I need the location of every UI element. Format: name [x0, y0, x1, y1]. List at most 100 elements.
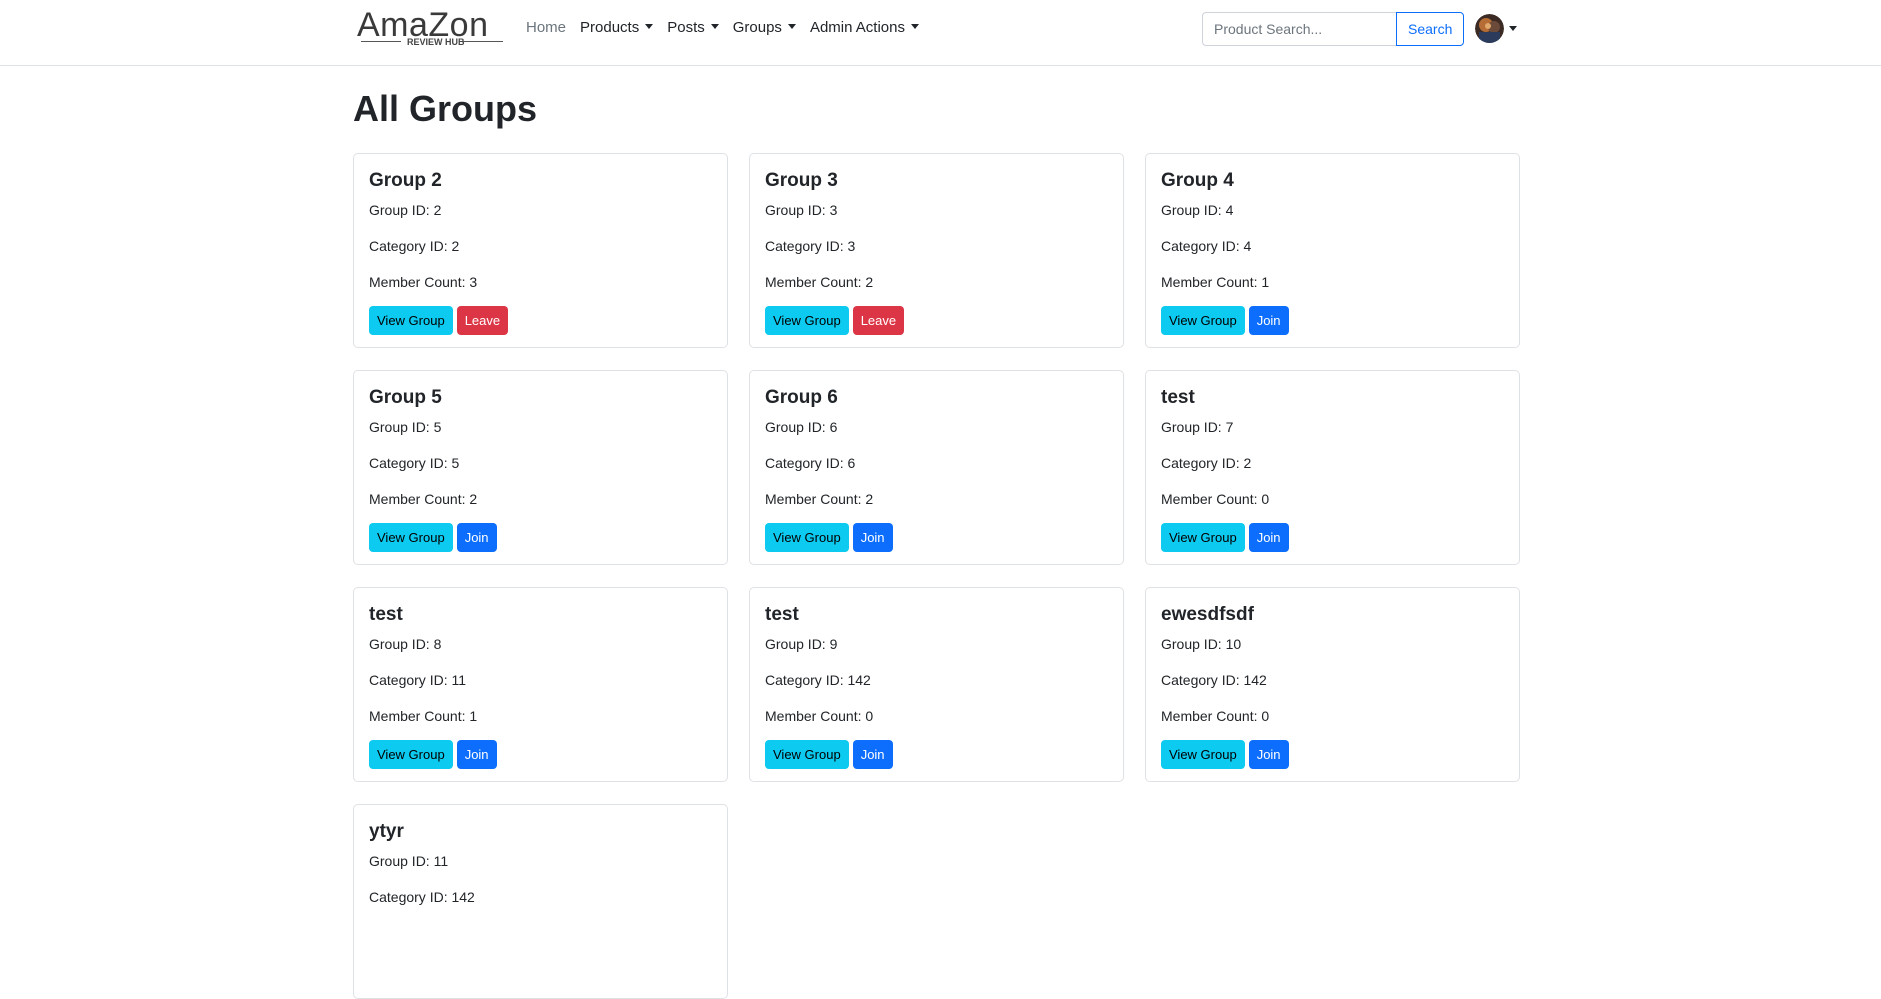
chevron-down-icon — [710, 24, 719, 29]
category-id-text-value: 11 — [451, 672, 467, 688]
member-count-text-label: Member Count: — [369, 274, 470, 290]
view-group-button[interactable]: View Group — [765, 523, 849, 552]
user-avatar-icon[interactable] — [1475, 14, 1504, 43]
join-group-button[interactable]: Join — [852, 740, 893, 769]
group-name: test — [369, 604, 403, 625]
category-id-text-value: 142 — [451, 889, 475, 905]
nav-link-home[interactable]: Home — [526, 19, 566, 36]
view-group-button[interactable]: View Group — [369, 306, 453, 335]
view-group-button[interactable]: View Group — [1161, 740, 1245, 769]
category-id-text-value: 142 — [1243, 672, 1267, 688]
group-actions: View Group Join — [765, 740, 893, 769]
search-button[interactable]: Search — [1396, 12, 1465, 46]
product-search-form: Search — [1202, 12, 1465, 46]
group-id-text-label: Group ID: — [765, 419, 830, 435]
category-id-text: Category ID: 5 — [369, 455, 459, 471]
group-actions: View Group Leave — [765, 306, 905, 335]
join-group-button[interactable]: Join — [1248, 523, 1289, 552]
group-card: test Group ID: 8 Category ID: 11 Member Cou… — [353, 587, 728, 782]
view-group-button[interactable]: View Group — [1161, 306, 1245, 335]
join-group-button[interactable]: Join — [1248, 306, 1289, 335]
join-group-button[interactable]: Join — [456, 740, 497, 769]
category-id-text-label: Category ID: — [369, 889, 452, 905]
logo-rule-left — [361, 41, 401, 42]
nav-link-label: Admin Actions — [809, 19, 905, 36]
member-count-text-value: 0 — [1261, 708, 1270, 724]
member-count-text: Member Count: 3 — [369, 274, 477, 290]
nav-link-label: Home — [526, 19, 567, 36]
group-card: ewesdfsdf Group ID: 10 Category ID: 142 Mem… — [1145, 587, 1520, 782]
member-count-text-label: Member Count: — [369, 491, 470, 507]
member-count-text-value: 0 — [1261, 491, 1270, 507]
group-card: Group 5 Group ID: 5 Category ID: 5 Member C… — [353, 370, 728, 565]
group-id-text-value: 9 — [829, 636, 838, 652]
nav-link-admin-actions[interactable]: Admin Actions — [810, 19, 919, 36]
view-group-button[interactable]: View Group — [369, 740, 453, 769]
category-id-text: Category ID: 11 — [369, 672, 466, 688]
group-id-text-label: Group ID: — [765, 202, 830, 218]
category-id-text-value: 5 — [451, 455, 460, 471]
category-id-text-value: 4 — [1243, 238, 1252, 254]
group-id-text: Group ID: 2 — [369, 202, 441, 218]
nav-link-label: Groups — [732, 19, 782, 36]
category-id-text-label: Category ID: — [765, 672, 848, 688]
group-card: test Group ID: 7 Category ID: 2 Member Coun… — [1145, 370, 1520, 565]
nav-link-products[interactable]: Products — [580, 19, 654, 36]
group-id-text-label: Group ID: — [369, 419, 434, 435]
group-actions: View Group Join — [369, 740, 497, 769]
group-actions: View Group Join — [369, 523, 497, 552]
group-id-text-value: 11 — [433, 853, 449, 869]
member-count-text: Member Count: 0 — [1161, 491, 1269, 507]
view-group-button[interactable]: View Group — [369, 523, 453, 552]
member-count-text-value: 1 — [1261, 274, 1270, 290]
nav-link-groups[interactable]: Groups — [733, 19, 796, 36]
view-group-button[interactable]: View Group — [765, 740, 849, 769]
group-name: Group 2 — [369, 170, 442, 191]
category-id-text-label: Category ID: — [1161, 238, 1244, 254]
category-id-text-label: Category ID: — [1161, 455, 1244, 471]
group-card: Group 2 Group ID: 2 Category ID: 2 Member C… — [353, 153, 728, 348]
member-count-text-label: Member Count: — [765, 491, 866, 507]
join-group-button[interactable]: Join — [852, 523, 893, 552]
nav-link-label: Posts — [667, 19, 705, 36]
group-id-text-label: Group ID: — [765, 636, 830, 652]
group-id-text: Group ID: 10 — [1161, 636, 1241, 652]
nav-link-label: Products — [580, 19, 640, 36]
view-group-button[interactable]: View Group — [765, 306, 849, 335]
member-count-text-value: 2 — [865, 491, 874, 507]
group-id-text: Group ID: 7 — [1161, 419, 1233, 435]
brand-logo[interactable]: AmaZon REVIEW HUB — [357, 6, 507, 50]
leave-group-button[interactable]: Leave — [852, 306, 905, 335]
member-count-text: Member Count: 1 — [369, 708, 477, 724]
group-card: Group 6 Group ID: 6 Category ID: 6 Member C… — [749, 370, 1124, 565]
group-id-text: Group ID: 8 — [369, 636, 441, 652]
member-count-text-label: Member Count: — [1161, 274, 1262, 290]
category-id-text-label: Category ID: — [765, 455, 848, 471]
group-id-text: Group ID: 5 — [369, 419, 441, 435]
member-count-text: Member Count: 1 — [1161, 274, 1269, 290]
view-group-button[interactable]: View Group — [1161, 523, 1245, 552]
member-count-text: Member Count: 2 — [765, 274, 873, 290]
group-name: ewesdfsdf — [1161, 604, 1254, 625]
nav-link-posts[interactable]: Posts — [667, 19, 719, 36]
leave-group-button[interactable]: Leave — [456, 306, 509, 335]
group-id-text-label: Group ID: — [369, 853, 434, 869]
group-id-text-value: 6 — [829, 419, 838, 435]
category-id-text: Category ID: 142 — [765, 672, 871, 688]
group-actions: View Group Leave — [369, 306, 509, 335]
group-id-text-value: 10 — [1225, 636, 1242, 652]
group-id-text: Group ID: 3 — [765, 202, 837, 218]
product-search-input[interactable] — [1202, 12, 1396, 46]
join-group-button[interactable]: Join — [1248, 740, 1289, 769]
member-count-text-value: 2 — [865, 274, 874, 290]
category-id-text-label: Category ID: — [369, 672, 452, 688]
category-id-text-value: 2 — [451, 238, 460, 254]
category-id-text: Category ID: 6 — [765, 455, 855, 471]
group-card: test Group ID: 9 Category ID: 142 Member Co… — [749, 587, 1124, 782]
group-card: Group 3 Group ID: 3 Category ID: 3 Member C… — [749, 153, 1124, 348]
join-group-button[interactable]: Join — [456, 523, 497, 552]
member-count-text-value: 0 — [865, 708, 874, 724]
user-menu-toggle[interactable] — [1475, 14, 1517, 43]
category-id-text-label: Category ID: — [1161, 672, 1244, 688]
member-count-text-label: Member Count: — [1161, 491, 1262, 507]
